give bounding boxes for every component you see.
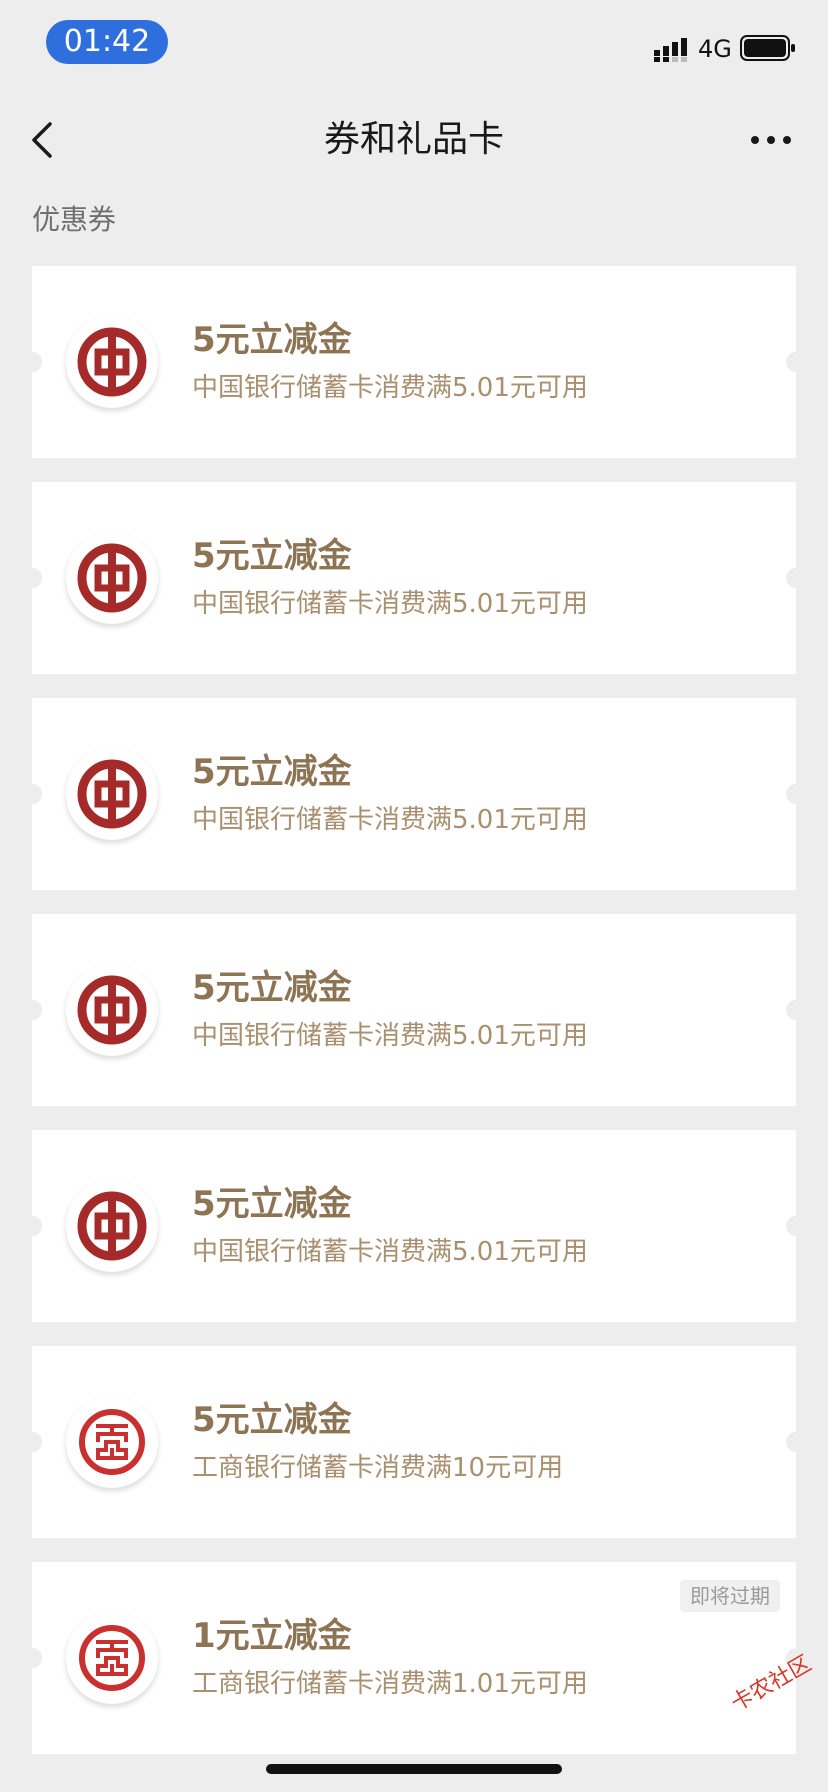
coupon-card[interactable]: 5元立减金 中国银行储蓄卡消费满5.01元可用 (22, 1130, 806, 1322)
status-bar: 01:42 4G (0, 0, 828, 88)
coupon-title: 1元立减金 (192, 1616, 352, 1656)
card-notch (22, 1432, 42, 1452)
icbc-logo-icon (66, 1396, 158, 1488)
card-notch (22, 1648, 42, 1668)
coupon-card[interactable]: 5元立减金 中国银行储蓄卡消费满5.01元可用 (22, 698, 806, 890)
coupon-title: 5元立减金 (192, 320, 352, 360)
card-notch (786, 352, 806, 372)
coupon-card[interactable]: 5元立减金 中国银行储蓄卡消费满5.01元可用 (22, 266, 806, 458)
coupon-title: 5元立减金 (192, 1184, 352, 1224)
coupon-desc: 中国银行储蓄卡消费满5.01元可用 (192, 373, 588, 403)
card-notch (786, 568, 806, 588)
more-icon (751, 136, 791, 144)
card-notch (22, 568, 42, 588)
coupon-desc: 中国银行储蓄卡消费满5.01元可用 (192, 805, 588, 835)
card-notch (22, 1000, 42, 1020)
home-indicator[interactable] (266, 1764, 562, 1774)
boc-logo-icon (66, 964, 158, 1056)
coupon-list: 5元立减金 中国银行储蓄卡消费满5.01元可用 5元立减金 中国银行储蓄卡消费满… (22, 266, 806, 1778)
nav-bar: 券和礼品卡 (0, 100, 828, 180)
coupon-card[interactable]: 5元立减金 中国银行储蓄卡消费满5.01元可用 (22, 914, 806, 1106)
battery-icon (740, 34, 796, 62)
more-button[interactable] (746, 118, 796, 162)
status-time: 01:42 (46, 20, 168, 64)
page-title: 券和礼品卡 (323, 119, 504, 160)
card-notch (786, 1432, 806, 1452)
coupon-desc: 工商银行储蓄卡消费满1.01元可用 (192, 1669, 588, 1699)
card-notch (786, 784, 806, 804)
boc-logo-icon (66, 1180, 158, 1272)
coupon-desc: 工商银行储蓄卡消费满10元可用 (192, 1453, 564, 1483)
coupon-desc: 中国银行储蓄卡消费满5.01元可用 (192, 1021, 588, 1051)
coupon-title: 5元立减金 (192, 1400, 352, 1440)
boc-logo-icon (66, 316, 158, 408)
signal-icon (654, 36, 690, 62)
coupon-title: 5元立减金 (192, 752, 352, 792)
boc-logo-icon (66, 748, 158, 840)
coupon-card[interactable]: 即将过期 1元立减金 工商银行储蓄卡消费满1.01元可用 (22, 1562, 806, 1754)
coupon-desc: 中国银行储蓄卡消费满5.01元可用 (192, 1237, 588, 1267)
card-notch (22, 784, 42, 804)
section-label: 优惠券 (32, 203, 117, 236)
coupon-title: 5元立减金 (192, 536, 352, 576)
expiring-badge: 即将过期 (680, 1580, 780, 1612)
card-notch (786, 1000, 806, 1020)
coupon-card[interactable]: 5元立减金 工商银行储蓄卡消费满10元可用 (22, 1346, 806, 1538)
coupon-card[interactable]: 5元立减金 中国银行储蓄卡消费满5.01元可用 (22, 482, 806, 674)
coupon-desc: 中国银行储蓄卡消费满5.01元可用 (192, 589, 588, 619)
card-notch (22, 1216, 42, 1236)
card-notch (786, 1216, 806, 1236)
coupon-title: 5元立减金 (192, 968, 352, 1008)
card-notch (22, 352, 42, 372)
icbc-logo-icon (66, 1612, 158, 1704)
boc-logo-icon (66, 532, 158, 624)
network-type: 4G (698, 35, 732, 63)
